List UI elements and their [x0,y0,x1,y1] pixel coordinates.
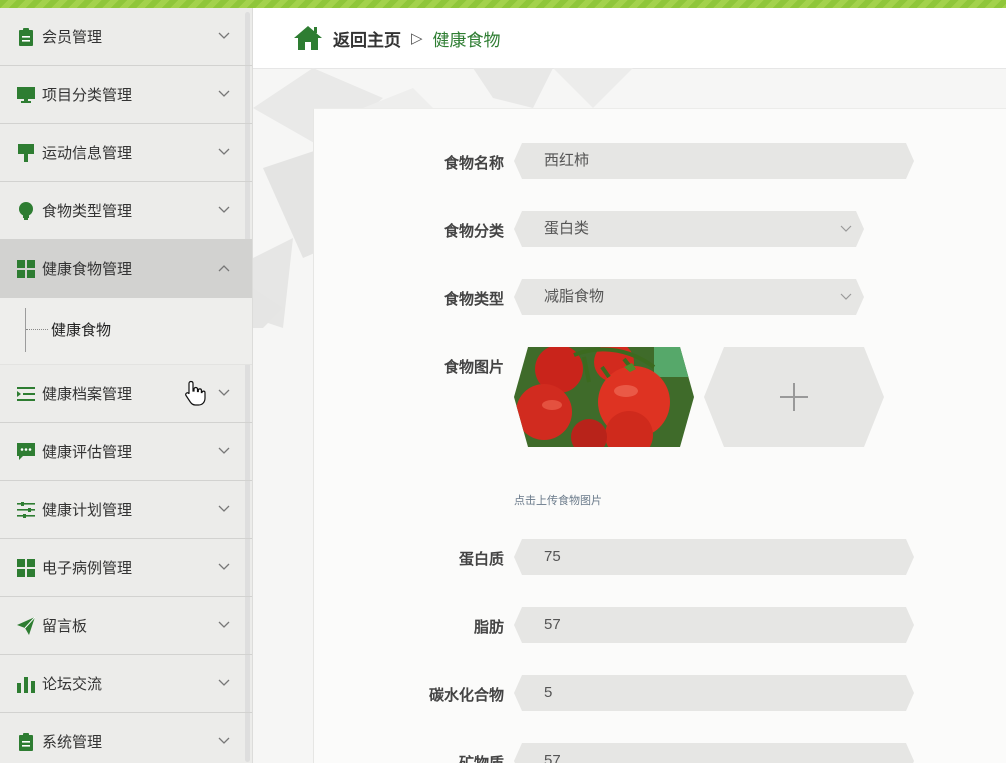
fat-label: 脂肪 [473,619,504,636]
sidebar-item-label: 会员管理 [42,29,103,46]
tomato-image [514,347,694,447]
tree-branch [26,329,48,330]
sidebar-item-health-assessment[interactable]: 健康评估管理 [0,423,252,481]
top-accent-strip [0,0,1006,8]
carbs-input[interactable]: 5 [514,675,914,711]
chevron-down-icon [218,505,230,512]
food-name-label: 食物名称 [443,155,504,172]
chevron-down-icon [218,563,230,570]
brush-icon [16,143,36,163]
main-content: 返回主页 ▷ 健康食物 食物名称 西红柿 食物分类 蛋白类 食物类型 减脂食物 … [253,8,1006,763]
minerals-label: 矿物质 [314,752,504,763]
sidebar-item-label: 论坛交流 [42,676,103,693]
sidebar-item-label: 健康计划管理 [42,502,133,519]
chevron-down-icon [218,206,230,213]
breadcrumb-home-link[interactable]: 返回主页 [333,26,401,51]
breadcrumb: 返回主页 ▷ 健康食物 [253,8,1006,69]
protein-input[interactable]: 75 [514,539,914,575]
sidebar-item-label: 系统管理 [42,734,103,751]
sidebar-item-message-board[interactable]: 留言板 [0,597,252,655]
minerals-input[interactable]: 57 [514,743,914,763]
sidebar-item-health-plan[interactable]: 健康计划管理 [0,481,252,539]
sidebar: 会员管理 项目分类管理 运动信息管理 食物类型管理 健康食物管理 健康食物 健康… [0,8,253,763]
sidebar-item-label: 留言板 [42,618,88,635]
sidebar-item-medical-records[interactable]: 电子病例管理 [0,539,252,597]
food-category-label: 食物分类 [443,223,504,240]
sidebar-item-member[interactable]: 会员管理 [0,8,252,66]
chevron-down-icon [218,148,230,155]
submenu-item-healthy-food[interactable]: 健康食物 [51,319,111,340]
sidebar-item-forum[interactable]: 论坛交流 [0,655,252,713]
food-type-label: 食物类型 [443,291,504,308]
chevron-down-icon [840,293,852,301]
food-image-thumbnail[interactable] [514,347,694,447]
lightbulb-icon [16,201,36,221]
grid-icon [16,259,36,279]
chevron-down-icon [218,447,230,454]
breadcrumb-current: 健康食物 [432,30,501,50]
tree-line [25,308,26,352]
sidebar-item-project-category[interactable]: 项目分类管理 [0,66,252,124]
sidebar-item-food-type[interactable]: 食物类型管理 [0,182,252,240]
plus-icon [780,383,808,411]
sidebar-item-label: 食物类型管理 [42,203,133,220]
food-name-input[interactable]: 西红柿 [514,143,914,179]
paper-plane-icon [16,616,36,636]
hand-cursor-icon [185,380,206,406]
sidebar-item-label: 项目分类管理 [42,87,133,104]
clipboard-icon [16,732,36,752]
protein-label: 蛋白质 [458,551,504,568]
home-icon[interactable] [293,25,323,51]
chevron-down-icon [218,621,230,628]
fat-input[interactable]: 57 [514,607,914,643]
chevron-down-icon [218,737,230,744]
upload-tip: 点击上传食物图片 [514,495,602,507]
food-type-value: 减脂食物 [544,288,605,305]
submenu-healthy-food: 健康食物 [0,298,252,365]
food-category-value: 蛋白类 [544,220,590,237]
carbs-label: 碳水化合物 [428,687,504,704]
chat-icon [16,442,36,462]
sidebar-item-system[interactable]: 系统管理 [0,713,252,763]
sidebar-item-label: 电子病例管理 [42,560,133,577]
sidebar-item-label: 健康档案管理 [42,386,133,403]
clipboard-icon [16,27,36,47]
bar-chart-icon [16,674,36,694]
sidebar-item-label: 健康食物管理 [42,261,133,278]
sidebar-item-label: 运动信息管理 [42,145,133,162]
monitor-icon [16,85,36,105]
sidebar-item-label: 健康评估管理 [42,444,133,461]
chevron-up-icon [218,264,230,271]
sidebar-item-health-records[interactable]: 健康档案管理 [0,365,252,423]
food-form: 食物名称 西红柿 食物分类 蛋白类 食物类型 减脂食物 食物图片 点击上传食物图… [313,108,1006,763]
chevron-down-icon [218,389,230,396]
chevron-down-icon [840,225,852,233]
food-type-select[interactable]: 减脂食物 [514,279,864,315]
breadcrumb-separator: ▷ [411,30,423,47]
chevron-down-icon [218,32,230,39]
sliders-icon [16,500,36,520]
chevron-down-icon [218,679,230,686]
list-indent-icon [16,384,36,404]
add-image-button[interactable] [704,347,884,447]
food-image-label: 食物图片 [443,359,504,376]
chevron-down-icon [218,90,230,97]
sidebar-item-healthy-food[interactable]: 健康食物管理 [0,240,252,298]
grid-icon [16,558,36,578]
food-category-select[interactable]: 蛋白类 [514,211,864,247]
sidebar-item-exercise-info[interactable]: 运动信息管理 [0,124,252,182]
